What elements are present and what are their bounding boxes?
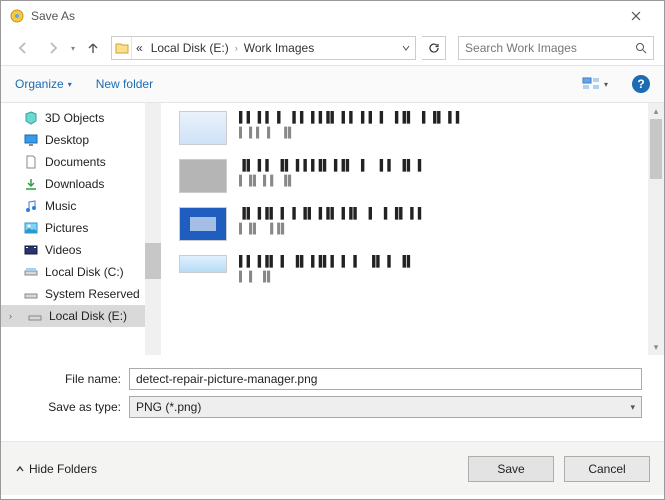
chevron-up-icon <box>15 464 25 474</box>
sidebar-item-sysres[interactable]: System Reserved <box>1 283 145 305</box>
file-name: ▌▌▐▐ ▌ ▌▌▐▐▐▌▐▐ ▌▌▐ ▐▐▌ ▌▐▌▐▐ <box>239 111 642 124</box>
titlebar: Save As <box>1 1 664 31</box>
list-item[interactable]: ▐▌▐▐▌▐ ▌▐▌▐▐▌▐▐▌ ▌ ▌▐▌▐▐ ▌▐▌ ▐▐▌ <box>179 207 642 241</box>
sidebar-item-documents[interactable]: Documents <box>1 151 145 173</box>
file-thumbnail <box>179 159 227 193</box>
scroll-down-icon[interactable]: ▾ <box>648 339 664 355</box>
file-meta: ▌▐ ▐▌ <box>239 272 642 283</box>
file-name: ▐▌▐▐▌▐ ▌▐▌▐▐▌▐▐▌ ▌ ▌▐▌▐▐ <box>239 207 642 220</box>
drive-icon <box>23 286 39 302</box>
help-button[interactable]: ? <box>632 75 650 93</box>
file-thumbnail <box>179 111 227 145</box>
refresh-button[interactable] <box>422 36 446 60</box>
path-seg-1[interactable]: Local Disk (E:) <box>147 37 233 59</box>
desktop-icon <box>23 132 39 148</box>
list-scrollbar[interactable]: ▴ ▾ <box>648 103 664 355</box>
footer: Hide Folders Save Cancel <box>1 441 664 495</box>
cancel-button[interactable]: Cancel <box>564 456 650 482</box>
music-icon <box>23 198 39 214</box>
pictures-icon <box>23 220 39 236</box>
search-placeholder: Search Work Images <box>465 41 577 55</box>
list-item[interactable]: ▌▌▐▐ ▌ ▌▌▐▐▐▌▐▐ ▌▌▐ ▐▐▌ ▌▐▌▐▐ ▌▐▐ ▌ ▐▌ <box>179 111 642 145</box>
address-bar[interactable]: « Local Disk (E:) › Work Images <box>111 36 416 60</box>
filetype-select[interactable]: PNG (*.png) ▾ <box>129 396 642 418</box>
folder-tree: 3D Objects Desktop Documents Downloads M… <box>1 103 161 355</box>
view-mode-button[interactable]: ▾ <box>582 76 608 92</box>
hide-folders-button[interactable]: Hide Folders <box>15 462 97 476</box>
view-icon <box>582 76 602 92</box>
history-dropdown[interactable]: ▾ <box>71 44 75 53</box>
filename-input[interactable]: detect-repair-picture-manager.png <box>129 368 642 390</box>
chevron-down-icon: ▾ <box>630 402 635 413</box>
download-icon <box>23 176 39 192</box>
list-item[interactable]: ▌▌▐▐▌▐ ▐▌▐▐▌▌▐ ▌ ▐▌▐ ▐▌ ▌▐ ▐▌ <box>179 255 642 283</box>
forward-button[interactable] <box>41 36 65 60</box>
new-folder-button[interactable]: New folder <box>96 77 153 91</box>
nav-row: ▾ « Local Disk (E:) › Work Images Search… <box>1 31 664 65</box>
folder-icon <box>112 37 132 59</box>
filetype-label: Save as type: <box>1 400 129 414</box>
path-overflow[interactable]: « <box>132 37 147 59</box>
save-form: File name: detect-repair-picture-manager… <box>1 355 664 425</box>
app-icon <box>9 8 25 24</box>
file-meta: ▌▐▌▐▐ ▐▌ <box>239 176 642 187</box>
file-name: ▐▌▐▐ ▐▌▐▐▐▐▌▐▐▌ ▌ ▐▐ ▐▌▐ <box>239 159 642 172</box>
file-list: ▌▌▐▐ ▌ ▌▌▐▐▐▌▐▐ ▌▌▐ ▐▐▌ ▌▐▌▐▐ ▌▐▐ ▌ ▐▌ ▐▌… <box>161 103 664 355</box>
sidebar-item-music[interactable]: Music <box>1 195 145 217</box>
list-item[interactable]: ▐▌▐▐ ▐▌▐▐▐▐▌▐▐▌ ▌ ▐▐ ▐▌▐ ▌▐▌▐▐ ▐▌ <box>179 159 642 193</box>
file-thumbnail <box>179 207 227 241</box>
drive-icon <box>23 264 39 280</box>
sidebar-item-pictures[interactable]: Pictures <box>1 217 145 239</box>
file-meta: ▌▐▐ ▌ ▐▌ <box>239 128 642 139</box>
sidebar-item-3d[interactable]: 3D Objects <box>1 107 145 129</box>
file-meta: ▌▐▌ ▐▐▌ <box>239 224 642 235</box>
address-dropdown[interactable] <box>397 44 415 52</box>
sidebar-item-videos[interactable]: Videos <box>1 239 145 261</box>
save-button[interactable]: Save <box>468 456 554 482</box>
chevron-down-icon: ▾ <box>604 80 608 89</box>
main-area: 3D Objects Desktop Documents Downloads M… <box>1 103 664 355</box>
sidebar-item-desktop[interactable]: Desktop <box>1 129 145 151</box>
cube-icon <box>23 110 39 126</box>
expand-caret[interactable]: › <box>9 311 19 321</box>
sidebar-item-drive-e[interactable]: ›Local Disk (E:) <box>1 305 145 327</box>
window-title: Save As <box>31 9 616 23</box>
document-icon <box>23 154 39 170</box>
chevron-right-icon: › <box>233 43 240 53</box>
chevron-down-icon: ▾ <box>68 80 72 89</box>
drive-icon <box>27 308 43 324</box>
scroll-up-icon[interactable]: ▴ <box>648 103 664 119</box>
file-thumbnail <box>179 255 227 273</box>
sidebar-scrollbar[interactable] <box>145 103 161 355</box>
search-icon <box>635 42 647 54</box>
sidebar-item-drive-c[interactable]: Local Disk (C:) <box>1 261 145 283</box>
up-button[interactable] <box>81 36 105 60</box>
toolbar: Organize ▾ New folder ▾ ? <box>1 65 664 103</box>
filename-label: File name: <box>1 372 129 386</box>
file-name: ▌▌▐▐▌▐ ▐▌▐▐▌▌▐ ▌ ▐▌▐ ▐▌ <box>239 255 642 268</box>
organize-menu[interactable]: Organize ▾ <box>15 77 72 91</box>
video-icon <box>23 242 39 258</box>
search-input[interactable]: Search Work Images <box>458 36 654 60</box>
sidebar-item-downloads[interactable]: Downloads <box>1 173 145 195</box>
close-button[interactable] <box>616 1 656 31</box>
path-seg-2[interactable]: Work Images <box>240 37 318 59</box>
back-button[interactable] <box>11 36 35 60</box>
